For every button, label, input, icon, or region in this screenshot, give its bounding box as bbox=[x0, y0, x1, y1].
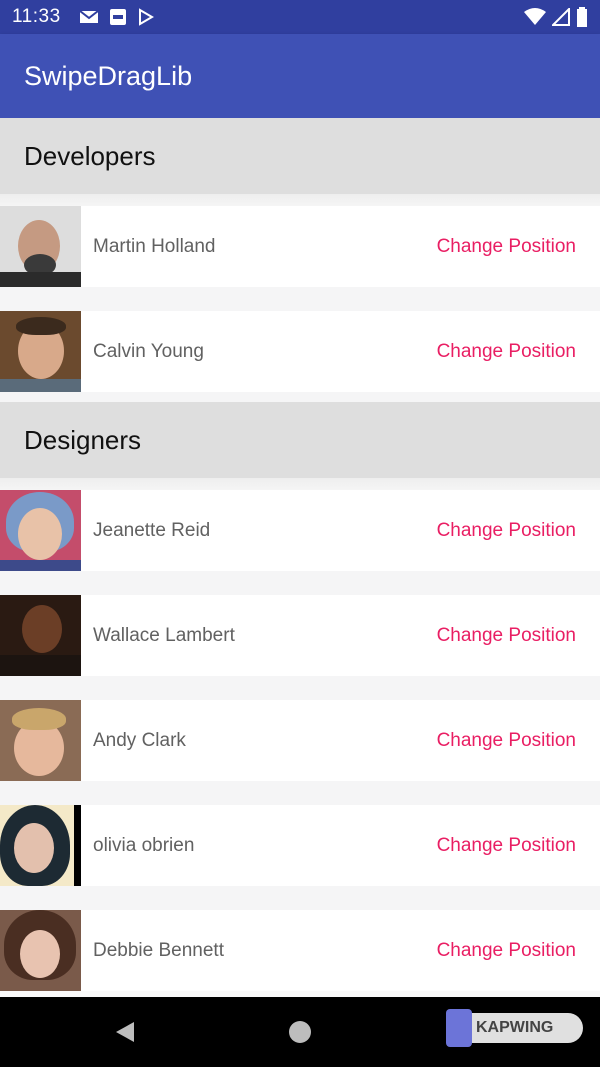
section-header-designers: Designers bbox=[0, 402, 600, 478]
section-header-developers: Developers bbox=[0, 118, 600, 194]
person-name: Debbie Bennett bbox=[93, 939, 224, 961]
avatar bbox=[0, 910, 81, 991]
divider bbox=[0, 886, 600, 910]
watermark-text: KAPWING bbox=[476, 1019, 554, 1036]
person-name: Wallace Lambert bbox=[93, 624, 235, 646]
list-item[interactable]: Debbie Bennett Change Position bbox=[0, 910, 600, 991]
divider bbox=[0, 478, 600, 490]
person-name: Jeanette Reid bbox=[93, 519, 211, 541]
change-position-button[interactable]: Change Position bbox=[437, 835, 576, 857]
change-position-button[interactable]: Change Position bbox=[437, 625, 576, 647]
change-position-button[interactable]: Change Position bbox=[437, 520, 576, 542]
status-bar: 11:33 bbox=[0, 0, 600, 34]
change-position-button[interactable]: Change Position bbox=[437, 236, 576, 258]
person-name: Calvin Young bbox=[93, 340, 204, 362]
divider bbox=[0, 392, 600, 402]
navigation-bar: KAPWING bbox=[0, 997, 600, 1067]
person-name: Andy Clark bbox=[93, 729, 186, 751]
divider bbox=[0, 676, 600, 700]
list-item[interactable]: Martin Holland Change Position bbox=[0, 206, 600, 287]
recycler-list[interactable]: Developers Martin Holland Change Positio… bbox=[0, 118, 600, 998]
avatar bbox=[0, 490, 81, 571]
notification-icons bbox=[79, 8, 155, 26]
gmail-icon bbox=[79, 10, 99, 23]
list-item[interactable]: Calvin Young Change Position bbox=[0, 311, 600, 392]
change-position-button[interactable]: Change Position bbox=[437, 730, 576, 752]
change-position-button[interactable]: Change Position bbox=[437, 341, 576, 363]
avatar bbox=[0, 595, 81, 676]
app-title: SwipeDragLib bbox=[24, 60, 193, 91]
list-item[interactable]: Andy Clark Change Position bbox=[0, 700, 600, 781]
avatar bbox=[0, 311, 81, 392]
status-time: 11:33 bbox=[12, 6, 61, 27]
watermark: KAPWING bbox=[446, 1009, 583, 1047]
signal-icon bbox=[552, 8, 570, 26]
list-item[interactable]: Wallace Lambert Change Position bbox=[0, 595, 600, 676]
home-icon[interactable] bbox=[289, 1021, 311, 1043]
avatar bbox=[0, 805, 81, 886]
change-position-button[interactable]: Change Position bbox=[437, 940, 576, 962]
avatar bbox=[0, 206, 81, 287]
battery-icon bbox=[577, 7, 587, 27]
app-bar: SwipeDragLib bbox=[0, 34, 600, 118]
avatar bbox=[0, 700, 81, 781]
divider bbox=[0, 781, 600, 805]
list-item[interactable]: olivia obrien Change Position bbox=[0, 805, 600, 886]
list-item[interactable]: Jeanette Reid Change Position bbox=[0, 490, 600, 571]
person-name: Martin Holland bbox=[93, 235, 216, 257]
person-name: olivia obrien bbox=[93, 834, 195, 856]
wifi-icon bbox=[524, 8, 546, 25]
back-icon[interactable] bbox=[114, 1021, 136, 1043]
kapwing-logo-icon bbox=[446, 1009, 472, 1047]
divider bbox=[0, 287, 600, 311]
gk-app-icon bbox=[109, 9, 126, 25]
play-store-icon bbox=[138, 8, 154, 26]
divider bbox=[0, 571, 600, 595]
system-icons bbox=[524, 7, 588, 27]
divider bbox=[0, 194, 600, 206]
